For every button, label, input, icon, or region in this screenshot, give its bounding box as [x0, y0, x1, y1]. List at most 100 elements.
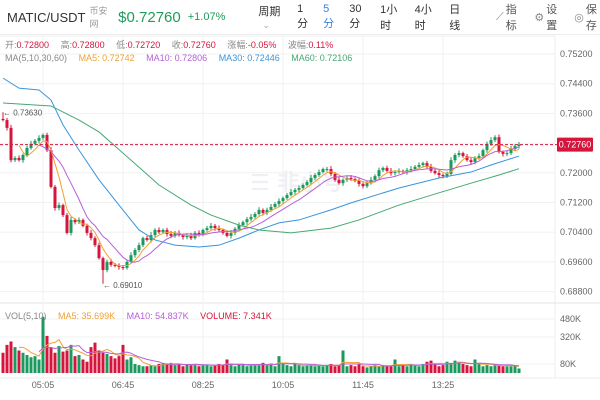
candle-body — [21, 154, 25, 161]
y-tick-label: 0.68800 — [560, 287, 593, 297]
ma-label: MA(5,10,30,60) — [5, 53, 68, 63]
candle-body — [457, 153, 461, 155]
candle-body — [481, 150, 485, 157]
candle — [377, 167, 381, 179]
volume-bar — [305, 365, 309, 373]
high-label: 高: — [60, 40, 73, 50]
volume-bar — [289, 366, 293, 373]
volume-bar — [5, 344, 9, 373]
volume-bar — [405, 366, 409, 373]
volume-bar — [209, 366, 213, 373]
volume-bar — [81, 359, 85, 373]
candle-body — [421, 163, 425, 165]
candle-body — [505, 153, 509, 155]
candle-body — [469, 160, 473, 163]
candle — [509, 146, 513, 155]
candle — [457, 150, 461, 158]
candle — [121, 265, 125, 271]
candle — [417, 162, 421, 169]
ma30-value: MA30: 0.72446 — [218, 53, 280, 63]
ma60-line — [2, 102, 520, 234]
volume-value: VOLUME: 7.341K — [200, 311, 272, 321]
candle — [101, 256, 105, 284]
candle-body — [437, 173, 441, 176]
volume-bar — [121, 344, 125, 373]
candle-body — [289, 192, 293, 196]
volume-bar — [345, 366, 349, 373]
volume-bar — [37, 359, 41, 373]
candle — [381, 166, 385, 173]
amplitude-label: 波幅: — [287, 40, 309, 50]
y-tick-label: 0.74400 — [560, 79, 593, 89]
volume-bar — [13, 347, 17, 373]
candle-body — [453, 154, 457, 161]
volume-bar — [517, 368, 521, 373]
candle — [249, 213, 253, 222]
volume-info: VOL(5,10) MA5: 35.699K MA10: 54.837K VOL… — [5, 311, 281, 321]
volume-bar — [153, 366, 157, 373]
candle-body — [461, 153, 465, 157]
volume-bar — [41, 316, 45, 373]
volume-bar — [201, 365, 205, 373]
candle-body — [301, 185, 305, 189]
candle-body — [409, 169, 413, 171]
volume-bar — [61, 351, 65, 373]
volume-bar — [145, 366, 149, 373]
candle-body — [49, 150, 53, 187]
volume-bar — [189, 365, 193, 373]
candle — [469, 157, 473, 165]
volume-tick-label: 80K — [560, 359, 576, 369]
candle-body — [213, 225, 217, 229]
candle — [185, 233, 189, 240]
volume-bar — [273, 366, 277, 373]
candle — [93, 236, 97, 248]
candle — [277, 198, 281, 207]
volume-bar — [181, 366, 185, 373]
volume-bar — [141, 366, 145, 373]
volume-bar — [501, 366, 505, 373]
ma5-line — [18, 140, 520, 267]
volume-bar — [73, 356, 77, 373]
volume-bar — [229, 365, 233, 373]
volume-bar — [33, 356, 37, 373]
candle-body — [197, 232, 201, 235]
candle-body — [69, 219, 73, 233]
candle-body — [257, 209, 261, 214]
ma5-value: MA5: 0.72742 — [78, 53, 135, 63]
vol-ma5-value: MA5: 35.699K — [58, 311, 116, 321]
volume-bar — [1, 352, 5, 373]
ma-info: MA(5,10,30,60) MA5: 0.72742 MA10: 0.7280… — [5, 53, 361, 63]
candle-body — [105, 261, 109, 271]
volume-bar — [425, 361, 429, 373]
high-marker-label: ← 0.73630 — [3, 108, 43, 117]
candle — [145, 235, 149, 242]
volume-bar — [497, 365, 501, 373]
candle-body — [253, 213, 257, 217]
low-label: 低: — [116, 40, 128, 50]
candle-body — [501, 151, 505, 154]
volume-bar — [489, 366, 493, 373]
candle — [257, 207, 261, 216]
volume-bar — [313, 366, 317, 373]
candle — [41, 133, 45, 141]
volume-bar — [301, 366, 305, 373]
candle-body — [225, 232, 229, 236]
volume-bar — [241, 365, 245, 373]
ma60-value: MA60: 0.72106 — [291, 53, 353, 63]
volume-bar — [173, 365, 177, 373]
volume-tick-label: 480K — [560, 314, 581, 324]
volume-bar — [253, 365, 257, 373]
volume-bar — [293, 364, 297, 373]
candle — [89, 229, 93, 241]
candle-body — [185, 235, 189, 237]
vol-label: VOL(5,10) — [5, 311, 47, 321]
x-tick-label: 13:25 — [432, 380, 455, 390]
volume-bar — [21, 352, 25, 373]
volume-bar — [89, 347, 93, 373]
candle-body — [297, 188, 301, 190]
candle — [157, 227, 161, 235]
volume-bar — [29, 357, 33, 373]
volume-bar — [281, 364, 285, 373]
volume-bar — [309, 365, 313, 373]
candle-body — [153, 229, 157, 236]
